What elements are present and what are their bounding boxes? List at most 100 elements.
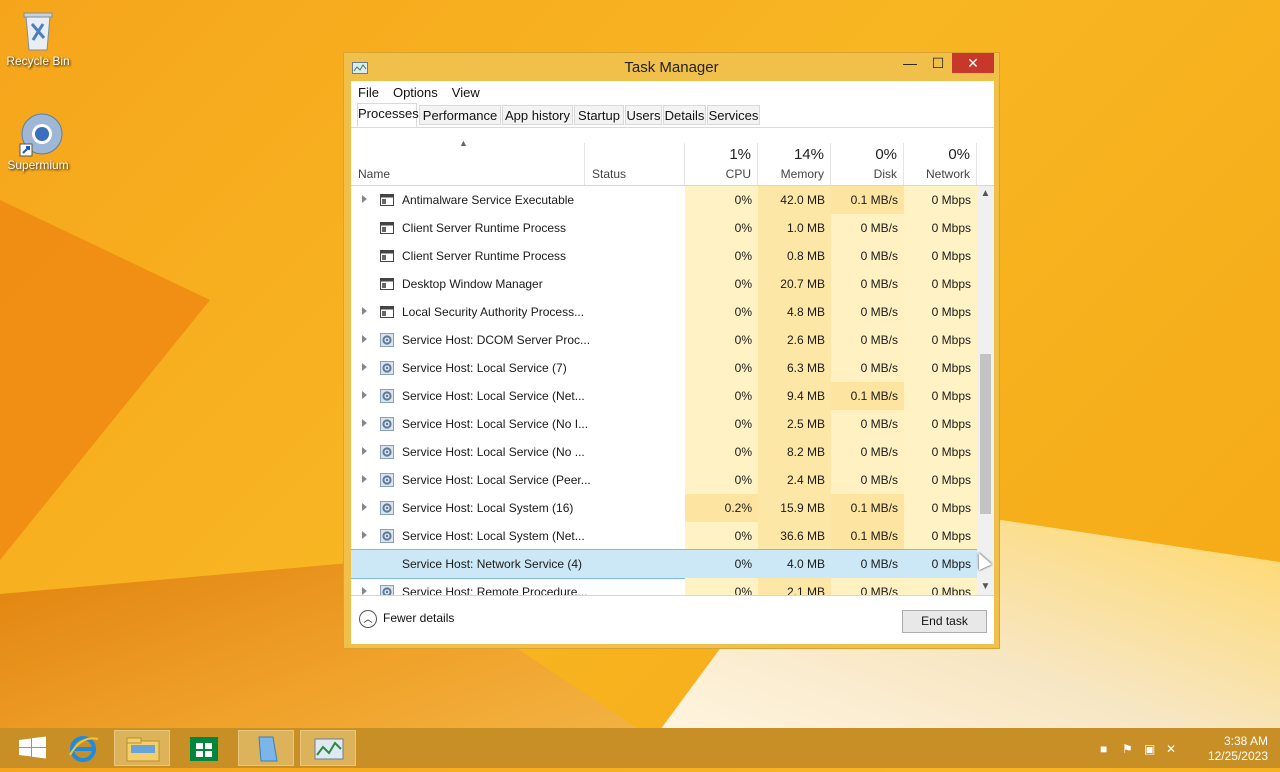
cpu-cell: 0.2% xyxy=(685,494,758,522)
table-row[interactable]: Service Host: Local Service (Net... 0% 9.4… xyxy=(351,382,977,410)
table-row[interactable]: Local Security Authority Process... 0% 4.8… xyxy=(351,298,977,326)
table-row[interactable]: Service Host: Network Service (4) 0% 4.0 M… xyxy=(351,549,978,579)
process-name: Service Host: DCOM Server Proc... xyxy=(402,333,591,347)
process-name: Service Host: Remote Procedure... xyxy=(402,585,588,595)
table-row[interactable]: Service Host: DCOM Server Proc... 0% 2.6 M… xyxy=(351,326,977,354)
disk-cell: 0 MB/s xyxy=(831,326,904,354)
start-button[interactable] xyxy=(5,730,61,766)
tab-services[interactable]: Services xyxy=(707,105,760,125)
memory-cell: 0.8 MB xyxy=(758,242,831,270)
tab-divider xyxy=(351,127,994,128)
column-header-memory[interactable]: 14% Memory xyxy=(758,143,831,185)
disk-cell: 0 MB/s xyxy=(831,578,904,595)
close-button[interactable]: ✕ xyxy=(952,53,994,73)
tab-users[interactable]: Users xyxy=(625,105,662,125)
taskbar-store[interactable] xyxy=(176,730,232,766)
desktop-icon-label: Recycle Bin xyxy=(6,54,70,68)
taskbar-file-explorer[interactable] xyxy=(114,730,170,766)
scroll-up-icon[interactable]: ▲ xyxy=(977,186,994,202)
process-name: Service Host: Local System (Net... xyxy=(402,529,585,543)
vertical-scrollbar[interactable]: ▲ ▼ xyxy=(977,186,994,595)
process-name: Service Host: Local Service (No ... xyxy=(402,445,585,459)
end-task-button[interactable]: End task xyxy=(902,610,987,633)
tab-processes[interactable]: Processes xyxy=(357,103,419,127)
tab-performance[interactable]: Performance xyxy=(419,105,501,125)
clock-date: 12/25/2023 xyxy=(1207,749,1268,763)
network-icon[interactable]: ▣ xyxy=(1144,742,1158,756)
fewer-details-button[interactable]: ︿ Fewer details xyxy=(359,610,454,628)
window-client-area: File Options View Processes Performance Ap… xyxy=(351,81,994,644)
cpu-cell: 0% xyxy=(685,270,758,298)
taskbar-task-manager[interactable] xyxy=(300,730,356,766)
show-desktop-icon[interactable]: ■ xyxy=(1100,742,1114,756)
disk-cell: 0.1 MB/s xyxy=(831,522,904,550)
desktop-icon-supermium[interactable]: Supermium xyxy=(0,112,76,172)
table-row[interactable]: Service Host: Local Service (7) 0% 6.3 MB 0… xyxy=(351,354,977,382)
maximize-button[interactable]: ☐ xyxy=(924,53,952,73)
cpu-cell: 0% xyxy=(685,214,758,242)
column-header-name[interactable]: ▲ Name xyxy=(351,138,585,185)
sort-ascending-icon: ▲ xyxy=(459,138,468,148)
column-cpu-label: CPU xyxy=(725,167,751,181)
task-manager-window: Task Manager — ☐ ✕ File Options View Proce… xyxy=(343,52,1000,649)
column-header-network[interactable]: 0% Network xyxy=(904,143,977,185)
process-name: Service Host: Local Service (7) xyxy=(402,361,567,375)
column-header-disk[interactable]: 0% Disk xyxy=(831,143,904,185)
cpu-cell: 0% xyxy=(685,550,758,578)
scrollbar-thumb[interactable] xyxy=(980,354,991,514)
menu-file[interactable]: File xyxy=(351,81,386,100)
process-name: Service Host: Local Service (No I... xyxy=(402,417,589,431)
table-row[interactable]: Antimalware Service Executable 0% 42.0 MB 0… xyxy=(351,186,977,214)
cpu-cell: 0% xyxy=(685,242,758,270)
desktop-icon-recycle-bin[interactable]: Recycle Bin xyxy=(0,8,76,68)
cpu-cell: 0% xyxy=(685,186,758,214)
disk-cell: 0 MB/s xyxy=(831,438,904,466)
column-name-label: Name xyxy=(358,167,391,181)
cpu-cell: 0% xyxy=(685,466,758,494)
cpu-cell: 0% xyxy=(685,382,758,410)
task-manager-icon xyxy=(314,738,344,760)
tab-startup[interactable]: Startup xyxy=(574,105,624,125)
memory-cell: 9.4 MB xyxy=(758,382,831,410)
cpu-cell: 0% xyxy=(685,298,758,326)
table-row[interactable]: Service Host: Local Service (No I... 0% 2.… xyxy=(351,410,977,438)
clock[interactable]: 3:38 AM 12/25/2023 xyxy=(1208,734,1268,764)
tab-app-history[interactable]: App history xyxy=(502,105,573,125)
memory-cell: 2.1 MB xyxy=(758,578,831,595)
taskbar-app[interactable] xyxy=(238,730,294,766)
internet-explorer-icon xyxy=(69,736,99,762)
column-header-row: ▲ Name Status 1% CPU 14% Memory 0% Disk … xyxy=(351,138,994,186)
menu-options[interactable]: Options xyxy=(386,81,445,100)
table-row[interactable]: Service Host: Local Service (Peer... 0% 2.… xyxy=(351,466,977,494)
cpu-total-percent: 1% xyxy=(729,146,751,163)
network-cell: 0 Mbps xyxy=(904,578,977,595)
process-name: Service Host: Local Service (Net... xyxy=(402,389,585,403)
memory-cell: 4.0 MB xyxy=(758,550,831,578)
table-row[interactable]: Service Host: Remote Procedure... 0% 2.1 M… xyxy=(351,578,977,595)
taskbar-internet-explorer[interactable] xyxy=(56,730,112,766)
column-header-cpu[interactable]: 1% CPU xyxy=(685,143,758,185)
network-total-percent: 0% xyxy=(948,146,970,163)
disk-cell: 0 MB/s xyxy=(831,466,904,494)
table-row[interactable]: Service Host: Local System (Net... 0% 36.6… xyxy=(351,522,977,550)
windows-logo-icon xyxy=(19,736,46,759)
table-row[interactable]: Client Server Runtime Process 0% 1.0 MB 0 M… xyxy=(351,214,977,242)
action-center-flag-icon[interactable]: ⚑ xyxy=(1122,742,1136,756)
process-name: Desktop Window Manager xyxy=(402,277,543,291)
table-row[interactable]: Desktop Window Manager 0% 20.7 MB 0 MB/s 0 M… xyxy=(351,270,977,298)
memory-cell: 42.0 MB xyxy=(758,186,831,214)
folder-icon xyxy=(126,737,160,762)
minimize-button[interactable]: — xyxy=(896,53,924,73)
volume-muted-icon[interactable]: ✕ xyxy=(1166,742,1180,756)
column-header-status[interactable]: Status xyxy=(585,143,685,185)
table-row[interactable]: Service Host: Local Service (No ... 0% 8.2… xyxy=(351,438,977,466)
title-bar[interactable]: Task Manager — ☐ ✕ xyxy=(344,53,999,81)
cpu-cell: 0% xyxy=(685,438,758,466)
network-cell: 0 Mbps xyxy=(904,522,977,550)
tab-details[interactable]: Details xyxy=(663,105,706,125)
scroll-down-icon[interactable]: ▼ xyxy=(977,579,994,595)
menu-view[interactable]: View xyxy=(445,81,487,100)
table-row[interactable]: Service Host: Local System (16) 0.2% 15.9 … xyxy=(351,494,977,522)
column-disk-label: Disk xyxy=(873,167,897,181)
table-row[interactable]: Client Server Runtime Process 0% 0.8 MB 0 M… xyxy=(351,242,977,270)
